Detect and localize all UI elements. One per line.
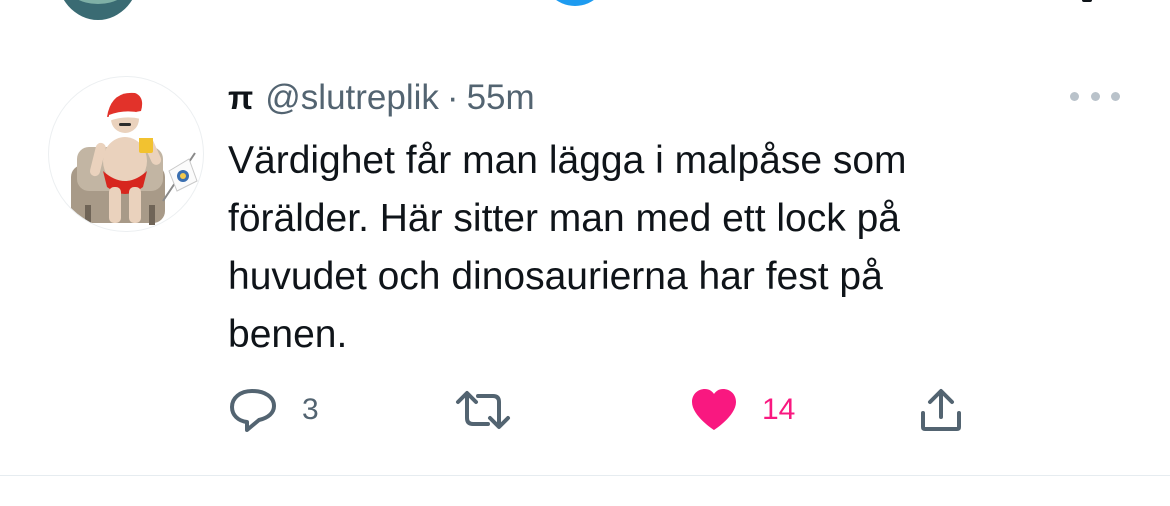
share-button[interactable]: [918, 386, 964, 434]
heart-filled-icon: [692, 389, 736, 430]
timestamp[interactable]: 55m: [467, 78, 535, 118]
like-button[interactable]: 14: [690, 386, 795, 434]
more-options-icon[interactable]: [1070, 84, 1120, 108]
separator-dot: ·: [446, 78, 459, 117]
reply-count: 3: [302, 393, 319, 426]
tweet-header: π @slutreplik · 55m: [228, 76, 535, 120]
tweet-text: Värdighet får man lägga i malpåse som fö…: [228, 139, 907, 356]
display-name[interactable]: π: [228, 79, 253, 117]
reply-bubble-icon: [230, 389, 276, 432]
user-handle[interactable]: @slutreplik: [265, 78, 439, 118]
retweet-icon: [456, 391, 510, 429]
tweet[interactable]: π @slutreplik · 55m Värdighet får man lä…: [0, 0, 1170, 476]
retweet-button[interactable]: [454, 386, 536, 434]
reply-button[interactable]: 3: [228, 386, 319, 434]
like-count: 14: [762, 393, 796, 426]
tweet-divider: [0, 475, 1170, 476]
share-upload-icon: [921, 389, 961, 431]
user-avatar[interactable]: [48, 76, 204, 232]
santa-hat-man-avatar-icon: [71, 92, 198, 225]
